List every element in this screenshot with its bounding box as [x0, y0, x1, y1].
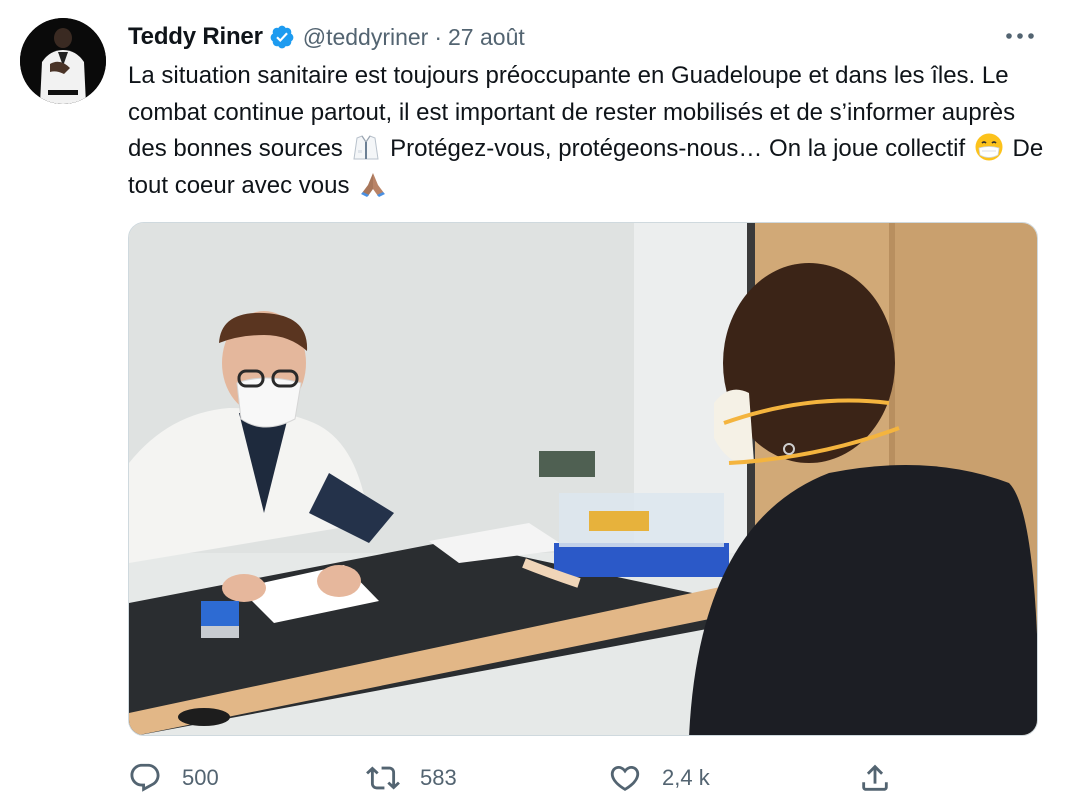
reply-count: 500 [182, 765, 219, 790]
folded-hands-emoji [358, 169, 388, 199]
tweet-date[interactable]: 27 août [448, 24, 525, 51]
retweet-count: 583 [420, 765, 457, 790]
retweet-button[interactable]: 583 [366, 756, 457, 800]
tweet-header: Teddy Riner @teddyriner · 27 août [128, 22, 525, 52]
tweet-text: La situation sanitaire est toujours préo… [128, 58, 1048, 204]
tweet-text-part2: Protégez-vous, protégeons-nous… On la jo… [390, 135, 966, 162]
avatar[interactable] [20, 18, 106, 104]
author-name[interactable]: Teddy Riner [128, 23, 263, 51]
reply-icon [130, 763, 160, 792]
like-button[interactable]: 2,4 k [608, 756, 710, 800]
like-count: 2,4 k [662, 765, 710, 790]
like-icon [610, 765, 640, 791]
tweet: Teddy Riner @teddyriner · 27 août La sit… [0, 0, 1068, 812]
share-icon [862, 764, 888, 791]
tweet-actions: 500 583 2,4 k [128, 756, 1048, 800]
face-with-mask-emoji [974, 132, 1004, 162]
tweet-media-photo[interactable] [128, 222, 1038, 736]
more-icon[interactable] [1004, 24, 1036, 48]
verified-badge-icon [269, 24, 295, 50]
author-handle[interactable]: @teddyriner [303, 24, 429, 51]
retweet-icon [366, 766, 400, 790]
share-button[interactable] [858, 756, 892, 800]
lab-coat-emoji [351, 132, 381, 162]
header-separator: · [434, 23, 443, 50]
reply-button[interactable]: 500 [128, 756, 219, 800]
